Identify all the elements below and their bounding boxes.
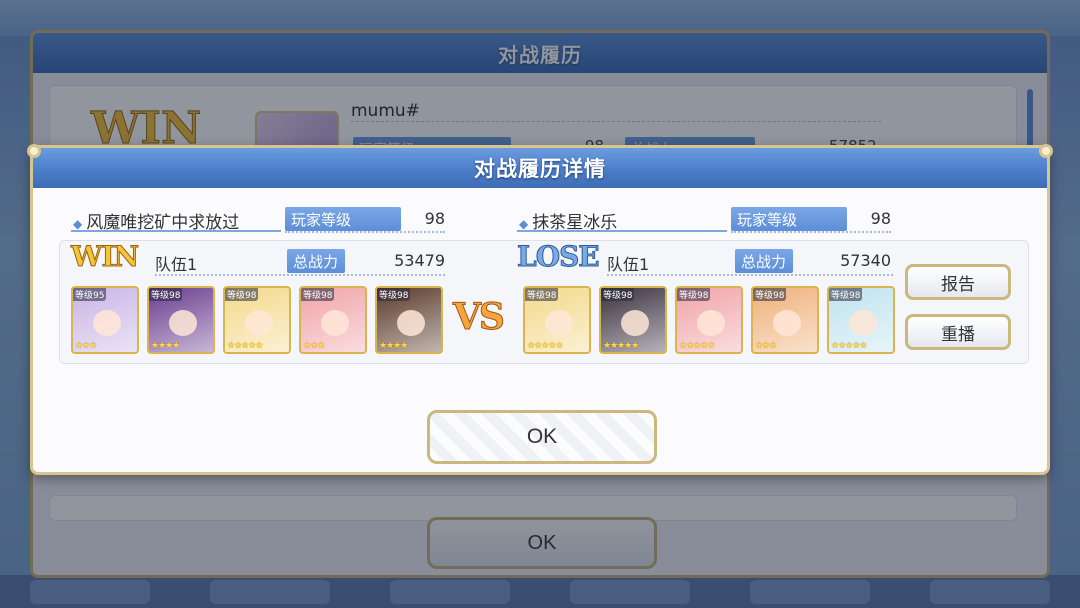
battle-detail-dialog: 对战履历详情 ◆ 风魔唯挖矿中求放过 玩家等级 98 ◆ 抹茶星冰乐 玩家等级 98… (27, 144, 1053, 475)
character-portrait (245, 310, 273, 336)
character-portrait (697, 310, 725, 336)
unit-level: 等级95 (73, 288, 107, 301)
right-level-label: 玩家等级 (731, 207, 847, 231)
divider (517, 230, 727, 232)
right-result-badge: LOSE (517, 240, 601, 274)
star-rating: ★★★★★ (679, 341, 715, 351)
corner-ornament (27, 144, 41, 158)
left-power-label: 总战力 (287, 249, 345, 273)
star-rating: ★★★ (755, 341, 777, 351)
star-rating: ★★★★★ (527, 341, 563, 351)
left-level-value: 98 (424, 209, 445, 228)
character-portrait (773, 310, 801, 336)
report-button[interactable]: 报告 (905, 264, 1011, 300)
star-rating: ★★★ (75, 341, 97, 351)
unit-level: 等级98 (601, 288, 635, 301)
divider (71, 230, 281, 232)
left-unit-card[interactable]: 等级98 ★★★★ (375, 286, 443, 354)
character-portrait (849, 310, 877, 336)
left-result-badge: WIN (70, 240, 139, 274)
right-unit-card[interactable]: 等级98 ★★★★★ (827, 286, 895, 354)
star-rating: ★★★★★ (603, 341, 639, 351)
unit-level: 等级98 (377, 288, 411, 301)
star-rating: ★★★★★ (227, 341, 263, 351)
unit-level: 等级98 (677, 288, 711, 301)
character-portrait (321, 310, 349, 336)
vs-label: VS (453, 296, 506, 339)
unit-level: 等级98 (525, 288, 559, 301)
right-unit-card[interactable]: 等级98 ★★★★★ (523, 286, 591, 354)
left-unit-card[interactable]: 等级98 ★★★ (299, 286, 367, 354)
star-rating: ★★★★ (151, 341, 180, 351)
star-rating: ★★★ (303, 341, 325, 351)
divider (155, 274, 445, 276)
dialog-title: 对战履历详情 (474, 157, 606, 181)
divider (731, 231, 891, 233)
right-level-value: 98 (870, 209, 891, 228)
right-power-label: 总战力 (735, 249, 793, 273)
character-portrait (93, 310, 121, 336)
left-power-value: 53479 (394, 251, 445, 270)
left-unit-card[interactable]: 等级98 ★★★★ (147, 286, 215, 354)
dialog-header: 对战履历详情 (33, 148, 1047, 188)
right-unit-card[interactable]: 等级98 ★★★★★ (675, 286, 743, 354)
right-unit-card[interactable]: 等级98 ★★★★★ (599, 286, 667, 354)
divider (285, 231, 445, 233)
corner-ornament (1039, 144, 1053, 158)
unit-level: 等级98 (149, 288, 183, 301)
unit-level: 等级98 (301, 288, 335, 301)
ok-button[interactable]: OK (427, 410, 657, 464)
left-unit-card[interactable]: 等级95 ★★★ (71, 286, 139, 354)
left-team-label: 队伍1 (155, 255, 198, 274)
star-rating: ★★★★★ (831, 341, 867, 351)
character-portrait (397, 310, 425, 336)
diamond-icon: ◆ (519, 217, 529, 231)
character-portrait (545, 310, 573, 336)
diamond-icon: ◆ (73, 217, 83, 231)
character-portrait (621, 310, 649, 336)
right-team-label: 队伍1 (607, 255, 650, 274)
unit-level: 等级98 (225, 288, 259, 301)
right-power-value: 57340 (840, 251, 891, 270)
divider (607, 274, 893, 276)
replay-button[interactable]: 重播 (905, 314, 1011, 350)
character-portrait (169, 310, 197, 336)
unit-level: 等级98 (829, 288, 863, 301)
left-unit-card[interactable]: 等级98 ★★★★★ (223, 286, 291, 354)
unit-level: 等级98 (753, 288, 787, 301)
star-rating: ★★★★ (379, 341, 408, 351)
left-level-label: 玩家等级 (285, 207, 401, 231)
right-unit-card[interactable]: 等级98 ★★★ (751, 286, 819, 354)
